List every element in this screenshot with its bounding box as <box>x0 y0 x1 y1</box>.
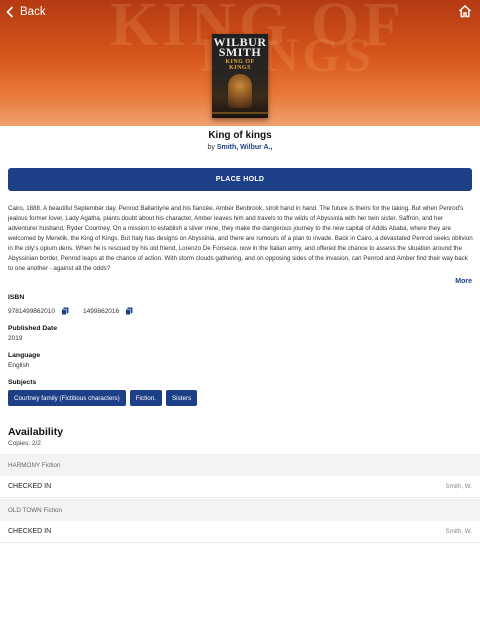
subject-chips: Courtney family (Fictitious characters) … <box>8 390 198 406</box>
byline: by Smith, Wilbur A., <box>0 144 480 151</box>
byline-prefix: by <box>207 144 215 151</box>
published-date-value: 2019 <box>8 335 23 342</box>
location-status: CHECKED IN <box>8 528 52 535</box>
call-number: Smith, W. <box>445 528 472 535</box>
back-label: Back <box>20 6 46 18</box>
call-number: Smith, W. <box>445 483 472 490</box>
location-name: OLD TOWN Fiction <box>8 507 63 514</box>
book-description: Cairo, 1888. A beautiful September day. … <box>8 205 473 272</box>
location-row[interactable]: CHECKED IN Smith, W. <box>0 521 480 543</box>
published-date-label: Published Date <box>8 325 58 332</box>
top-bar: Back <box>0 0 480 24</box>
location-status: CHECKED IN <box>8 483 52 490</box>
cover-footer <box>212 112 268 114</box>
copy-icon[interactable] <box>61 307 69 315</box>
cover-illustration <box>228 74 252 108</box>
subjects-label: Subjects <box>8 379 37 386</box>
isbn-row: 9781499862010 1499862016 <box>8 307 147 315</box>
place-hold-button[interactable]: PLACE HOLD <box>8 168 472 191</box>
subject-chip-sisters[interactable]: Sisters <box>165 390 198 406</box>
copies-count: Copies: 2/2 <box>8 440 41 447</box>
home-icon[interactable] <box>458 4 472 18</box>
isbn-value-2: 1499862016 <box>83 307 120 315</box>
cover-author: WILBUR SMITH <box>213 35 267 59</box>
availability-heading: Availability <box>8 426 64 438</box>
isbn-value-1: 9781499862010 <box>8 307 55 315</box>
subject-chip-fiction[interactable]: Fiction. <box>129 390 162 406</box>
chevron-left-icon <box>6 6 14 18</box>
location-header: OLD TOWN Fiction <box>0 499 480 521</box>
language-value: English <box>8 362 30 369</box>
cover-title: KING OF KINGS <box>225 59 255 71</box>
back-button[interactable]: Back <box>6 3 46 21</box>
location-header: HARMONY Fiction <box>0 454 480 476</box>
author-link[interactable]: Smith, Wilbur A., <box>217 144 273 151</box>
location-name: HARMONY Fiction <box>8 462 61 469</box>
more-link[interactable]: More <box>455 278 472 285</box>
isbn-label: ISBN <box>8 294 25 301</box>
copy-icon[interactable] <box>125 307 133 315</box>
location-row[interactable]: CHECKED IN Smith, W. <box>0 476 480 498</box>
book-cover[interactable]: WILBUR SMITH KING OF KINGS <box>212 34 268 118</box>
book-title: King of kings <box>208 130 272 141</box>
subject-chip-courtney-family[interactable]: Courtney family (Fictitious characters) <box>8 390 126 406</box>
language-label: Language <box>8 352 41 359</box>
